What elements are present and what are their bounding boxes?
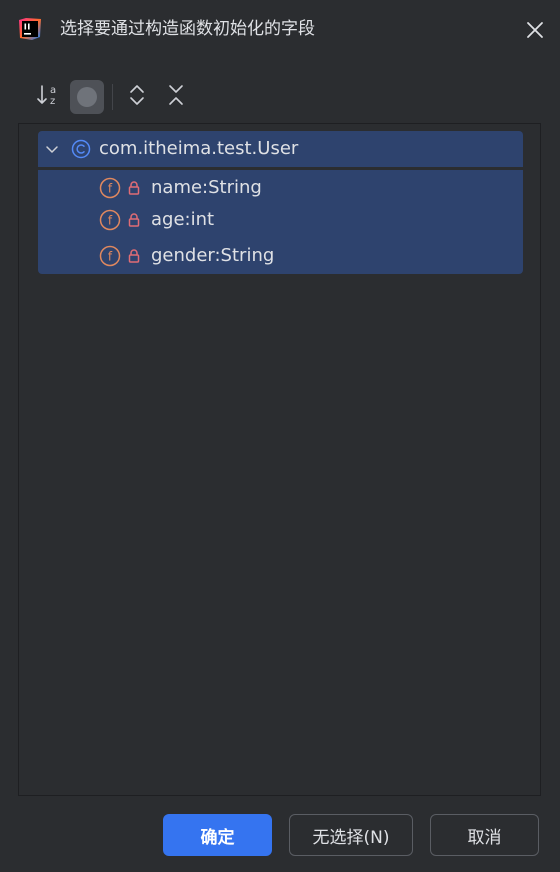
expand-all-button[interactable] [120, 80, 154, 114]
select-none-button[interactable]: 无选择(N) [289, 814, 413, 856]
dialog-title: 选择要通过构造函数初始化的字段 [60, 19, 315, 39]
cancel-button[interactable]: 取消 [430, 814, 539, 856]
svg-text:f: f [108, 214, 113, 228]
toolbar-separator [112, 84, 113, 110]
collapse-all-button[interactable] [159, 80, 193, 114]
tree-row-field[interactable]: f name:String [38, 170, 523, 206]
sort-alphabetically-icon: a z [36, 82, 62, 112]
lock-icon [127, 248, 141, 264]
lock-icon [127, 212, 141, 228]
show-classes-toggle-icon [77, 87, 97, 107]
chevron-down-icon[interactable] [44, 141, 60, 157]
field-icon: f [99, 245, 121, 267]
field-tree[interactable]: com.itheima.test.User f name:String f ag… [18, 123, 541, 796]
class-label: com.itheima.test.User [99, 138, 299, 159]
show-classes-toggle-button[interactable] [70, 80, 104, 114]
expand-all-icon [127, 83, 147, 111]
ok-button[interactable]: 确定 [163, 814, 272, 856]
field-label: gender:String [151, 245, 275, 266]
jetbrains-logo-icon [18, 17, 42, 41]
tree-row-field[interactable]: f gender:String [38, 238, 523, 274]
toolbar: a z [30, 80, 230, 114]
field-label: name:String [151, 177, 262, 198]
svg-text:f: f [108, 182, 113, 196]
close-icon[interactable] [523, 18, 547, 42]
svg-text:f: f [108, 250, 113, 264]
lock-icon [127, 180, 141, 196]
sort-alphabetically-button[interactable]: a z [32, 80, 66, 114]
class-icon [71, 139, 91, 159]
field-label: age:int [151, 209, 215, 230]
field-icon: f [99, 209, 121, 231]
svg-text:a: a [50, 85, 56, 96]
dialog: 选择要通过构造函数初始化的字段 a z com.itheima.test.Use… [0, 0, 560, 872]
collapse-all-icon [166, 83, 186, 111]
tree-row-field[interactable]: f age:int [38, 202, 523, 238]
svg-text:z: z [50, 96, 55, 107]
title-bar: 选择要通过构造函数初始化的字段 [0, 0, 560, 58]
tree-row-class[interactable]: com.itheima.test.User [38, 131, 523, 167]
field-icon: f [99, 177, 121, 199]
